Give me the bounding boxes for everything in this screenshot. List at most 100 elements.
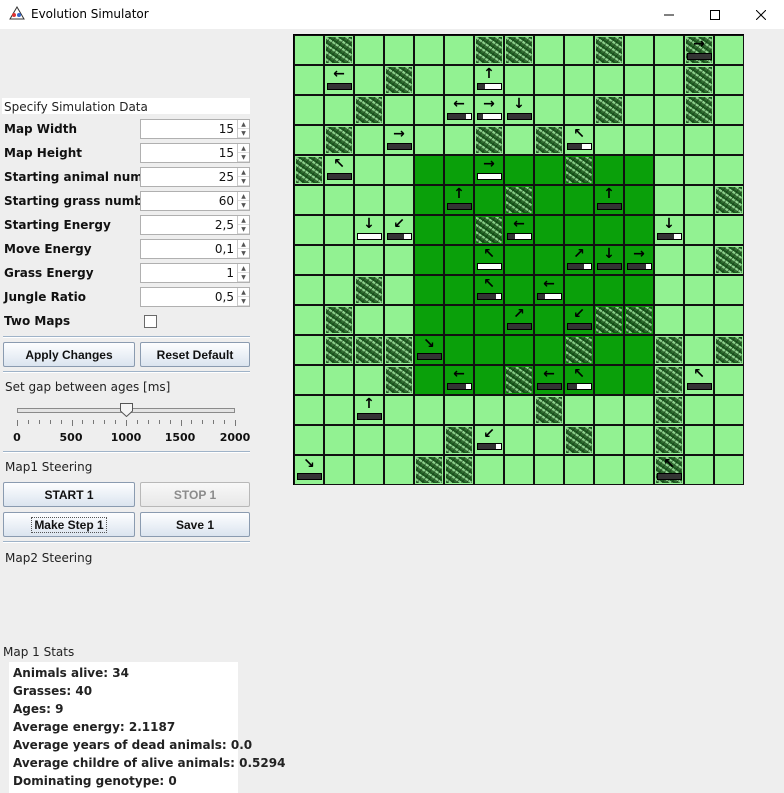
map-cell: → xyxy=(624,245,654,275)
map-cell xyxy=(294,305,324,335)
map-cell xyxy=(594,425,624,455)
map-cell xyxy=(624,395,654,425)
map-cell xyxy=(564,215,594,245)
map-height-value: 15 xyxy=(218,146,234,160)
map-cell xyxy=(504,365,534,395)
map-cell xyxy=(654,365,684,395)
reset-default-button[interactable]: Reset Default xyxy=(140,342,250,367)
map-cell: ↑ xyxy=(474,65,504,95)
spinner-arrows-icon[interactable]: ▲ ▼ xyxy=(237,264,249,282)
map-cell: ↗ xyxy=(564,245,594,275)
animal-energy-bar xyxy=(417,353,442,360)
grass-icon xyxy=(476,217,502,243)
animal: ↑ xyxy=(445,186,473,214)
starting-animal-spinner[interactable]: 25 ▲ ▼ xyxy=(140,167,250,187)
map-cell xyxy=(324,305,354,335)
animal-direction-icon: ← xyxy=(543,366,555,382)
starting-grass-spinner[interactable]: 60 ▲ ▼ xyxy=(140,191,250,211)
animal-energy-bar xyxy=(327,173,352,180)
animal-direction-icon: ↓ xyxy=(363,216,375,232)
animal-energy-bar xyxy=(507,323,532,330)
save-1-button[interactable]: Save 1 xyxy=(140,512,250,537)
starting-grass-value: 60 xyxy=(218,194,234,208)
map-cell xyxy=(414,425,444,455)
maximize-button[interactable] xyxy=(692,0,738,29)
slider-tick xyxy=(136,420,138,424)
map-cell xyxy=(654,275,684,305)
grass-icon xyxy=(326,37,352,63)
slider-tick xyxy=(49,420,51,424)
spinner-arrows-icon[interactable]: ▲ ▼ xyxy=(237,288,249,306)
map-cell xyxy=(294,65,324,95)
grass-icon xyxy=(356,97,382,123)
map-cell xyxy=(624,335,654,365)
map-cell xyxy=(384,455,414,485)
map-cell xyxy=(354,125,384,155)
spinner-arrows-icon[interactable]: ▲ ▼ xyxy=(237,192,249,210)
jungle-ratio-spinner[interactable]: 0,5 ▲ ▼ xyxy=(140,287,250,307)
two-maps-checkbox[interactable] xyxy=(144,315,157,328)
map-cell xyxy=(444,215,474,245)
move-energy-spinner[interactable]: 0,1 ▲ ▼ xyxy=(140,239,250,259)
spinner-arrows-icon[interactable]: ▲ ▼ xyxy=(237,168,249,186)
grass-icon xyxy=(656,397,682,423)
spinner-arrows-icon[interactable]: ▲ ▼ xyxy=(237,240,249,258)
animal-energy-fill xyxy=(478,114,483,119)
slider-tick xyxy=(202,420,204,424)
map-cell xyxy=(414,455,444,485)
map-cell xyxy=(594,95,624,125)
map-cell xyxy=(474,365,504,395)
animal-energy-fill xyxy=(478,444,497,449)
animal: ↙ xyxy=(385,216,413,244)
map-cell xyxy=(444,395,474,425)
grass-icon xyxy=(326,127,352,153)
map-cell xyxy=(354,95,384,125)
grass-icon xyxy=(326,337,352,363)
map-cell xyxy=(474,335,504,365)
minimize-button[interactable] xyxy=(646,0,692,29)
map-cell xyxy=(504,125,534,155)
gap-slider-thumb[interactable] xyxy=(120,403,133,417)
stats-panel: Animals alive: 34 Grasses: 40 Ages: 9 Av… xyxy=(9,662,285,793)
slider-tick xyxy=(126,420,127,426)
grass-energy-spinner[interactable]: 1 ▲ ▼ xyxy=(140,263,250,283)
animal-energy-fill xyxy=(508,114,531,119)
animal-energy-fill xyxy=(598,264,621,269)
slider-tick xyxy=(27,420,29,424)
close-button[interactable] xyxy=(738,0,784,29)
starting-energy-spinner[interactable]: 2,5 ▲ ▼ xyxy=(140,215,250,235)
start-1-button[interactable]: START 1 xyxy=(3,482,135,507)
make-step-1-button[interactable]: Make Step 1 xyxy=(3,512,135,537)
animal-energy-bar xyxy=(567,383,592,390)
spinner-arrows-icon[interactable]: ▲ ▼ xyxy=(237,120,249,138)
map-cell xyxy=(624,185,654,215)
map-cell xyxy=(504,65,534,95)
map-cell xyxy=(504,245,534,275)
slider-tick xyxy=(115,420,117,424)
map-width-spinner[interactable]: 15 ▲ ▼ xyxy=(140,119,250,139)
grass-icon xyxy=(596,97,622,123)
grass-icon xyxy=(716,187,742,213)
spinner-arrows-icon[interactable]: ▲ ▼ xyxy=(237,216,249,234)
map-cell xyxy=(444,155,474,185)
animal: ← xyxy=(535,276,563,304)
animal: ↑ xyxy=(355,396,383,424)
map2-steering-label: Map2 Steering xyxy=(5,551,93,565)
map-cell xyxy=(294,95,324,125)
map-cell xyxy=(414,65,444,95)
slider-tick xyxy=(60,420,62,424)
apply-changes-button[interactable]: Apply Changes xyxy=(3,342,135,367)
stop-1-button[interactable]: STOP 1 xyxy=(140,482,250,507)
animal: ↖ xyxy=(475,276,503,304)
animal-energy-fill xyxy=(688,54,711,59)
spinner-arrows-icon[interactable]: ▲ ▼ xyxy=(237,144,249,162)
animal-energy-fill xyxy=(478,294,497,299)
map-cell xyxy=(294,215,324,245)
map-height-spinner[interactable]: 15 ▲ ▼ xyxy=(140,143,250,163)
map-cell: ← xyxy=(444,95,474,125)
map-cell xyxy=(384,155,414,185)
map-cell xyxy=(414,95,444,125)
map-cell xyxy=(714,35,744,65)
title-bar: Evolution Simulator xyxy=(0,0,784,29)
tick-label: 1000 xyxy=(110,431,142,444)
